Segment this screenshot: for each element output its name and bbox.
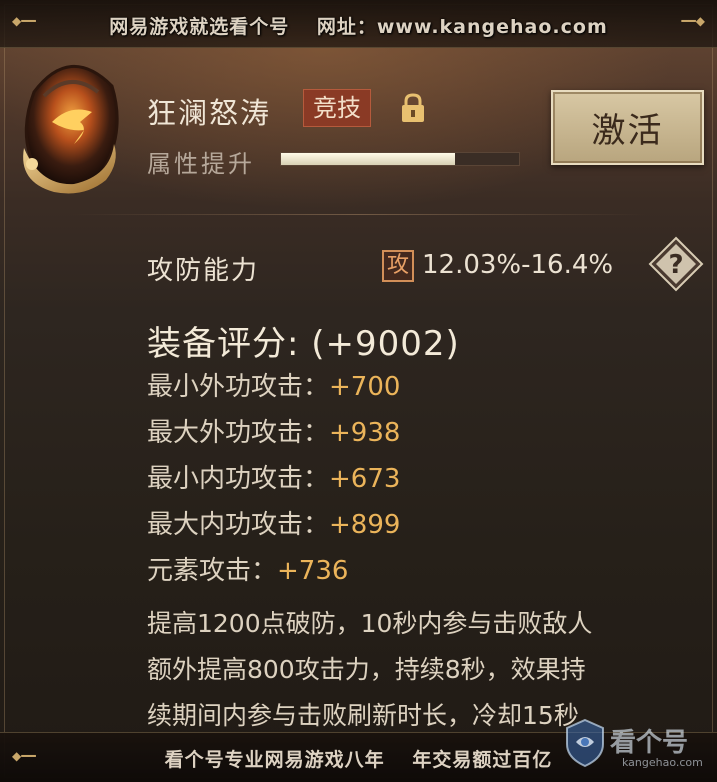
equipment-score: 装备评分: (+9002): [147, 324, 460, 364]
activate-button[interactable]: 激活: [551, 90, 704, 165]
stat-name: 最小外功攻击：: [147, 372, 330, 402]
brand-domain: kangehao.com: [622, 756, 703, 769]
stat-row: 最小外功攻击：+700: [147, 366, 400, 403]
stat-row: 最大外功攻击：+938: [147, 412, 400, 449]
watermark-url: 网址：www.kangehao.com: [316, 16, 608, 38]
ornament-icon: ━━◆: [681, 14, 705, 28]
watermark-slogan: 看个号专业网易游戏八年: [164, 749, 385, 771]
attribute-progress-bar: [280, 152, 520, 166]
stat-row: 最大内功攻击：+899: [147, 504, 400, 541]
equipment-gem-icon[interactable]: [14, 52, 126, 202]
svg-text:?: ?: [668, 250, 683, 280]
stat-name: 最大内功攻击：: [147, 510, 330, 540]
stat-value: +736: [277, 556, 349, 586]
watermark-text: 网易游戏就选看个号 网址：www.kangehao.com: [0, 12, 717, 39]
stat-name: 元素攻击：: [147, 556, 278, 586]
stat-value: +700: [329, 372, 401, 402]
kangehao-logo-icon: [566, 718, 604, 768]
effect-description-line: 额外提高800攻击力，持续8秒，效果持: [147, 655, 586, 684]
attribute-boost-label: 属性提升: [147, 150, 255, 178]
attribute-progress-fill: [281, 153, 455, 165]
top-watermark-banner: ◆━━ 网易游戏就选看个号 网址：www.kangehao.com ━━◆: [0, 0, 717, 48]
stat-name: 最大外功攻击：: [147, 418, 330, 448]
watermark-slogan: 网易游戏就选看个号: [109, 16, 290, 38]
stat-row: 元素攻击：+736: [147, 550, 348, 587]
attack-type-badge: 攻: [382, 250, 414, 282]
stat-value: +938: [329, 418, 401, 448]
lock-icon[interactable]: [398, 92, 428, 124]
effect-description-line: 提高1200点破防，10秒内参与击败敌人: [147, 609, 593, 638]
stat-row: 最小内功攻击：+673: [147, 458, 400, 495]
stat-value: +673: [329, 464, 401, 494]
arena-tag-badge: 竞技: [303, 89, 371, 127]
brand-name: 看个号: [610, 728, 689, 758]
equipment-name: 狂澜怒涛: [147, 96, 272, 130]
help-question-icon[interactable]: ?: [648, 236, 704, 292]
watermark-slogan-2: 年交易额过百亿: [412, 749, 553, 771]
ability-label: 攻防能力: [147, 256, 260, 286]
stat-value: +899: [329, 510, 401, 540]
ability-range-value: 12.03%-16.4%: [422, 250, 614, 280]
stat-name: 最小内功攻击：: [147, 464, 330, 494]
section-divider: [70, 214, 647, 215]
